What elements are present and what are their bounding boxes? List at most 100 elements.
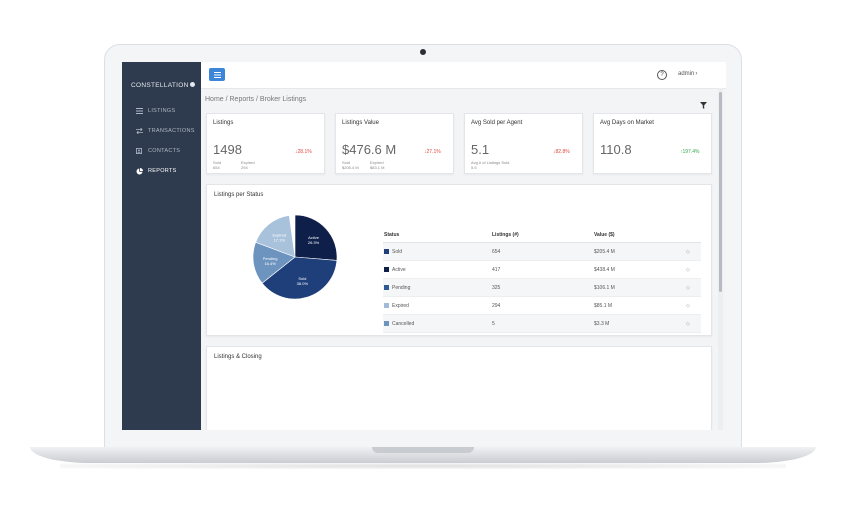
- filter-icon[interactable]: [700, 96, 707, 114]
- kpi-sub-value: 5.5: [471, 165, 477, 170]
- status-color-swatch: [384, 248, 389, 254]
- exchange-icon: [130, 128, 148, 134]
- value-cell: $205.4 M: [593, 242, 685, 261]
- column-header: Listings (#): [491, 227, 593, 243]
- kpi-value: 5.1: [471, 142, 490, 157]
- sidebar-item-contacts[interactable]: CONTACTS: [122, 142, 201, 160]
- section-title: Listings & Closing: [214, 354, 262, 360]
- sidebar-item-reports[interactable]: REPORTS: [122, 162, 201, 180]
- status-cell: Sold: [383, 242, 491, 261]
- brand-logo[interactable]: CONSTELLATION: [131, 82, 195, 89]
- kpi-sub-value: $205.4 M: [342, 165, 359, 170]
- sidebar-item-label: TRANSACTIONS: [148, 128, 195, 134]
- laptop-shadow: [60, 463, 786, 469]
- kpi-sub: Sold $205.4 M: [342, 160, 359, 170]
- kpi-sub: Avg # of Listings Sold 5.5: [471, 160, 509, 170]
- sidebar: CONSTELLATION LISTINGS TRANSACTIONS CONT…: [122, 62, 201, 430]
- kpi-card-listings: Listings 1498 ↓28.1% Sold 654 Expired 294: [206, 113, 325, 174]
- table-row[interactable]: Cancelled 5 $3.3 M ◇: [383, 314, 701, 333]
- column-header: Status: [383, 227, 491, 243]
- status-label: Pending: [392, 284, 411, 291]
- status-table: Status Listings (#) Value ($) Sold 654 $…: [383, 227, 701, 333]
- brand-name: CONSTELLATION: [131, 82, 189, 89]
- hamburger-icon: [213, 71, 221, 78]
- kpi-sub: Expired 294: [241, 160, 255, 170]
- row-action-icon[interactable]: ◇: [685, 242, 701, 261]
- listings-per-status-card: Listings per Status Active 26.3% Sold 38.0%…: [206, 184, 712, 336]
- pie-slice-percent: 16.4%: [264, 261, 276, 266]
- pie-chart-icon: [130, 167, 148, 175]
- kpi-change: ↓82.8%: [553, 149, 570, 155]
- listings-cell: 654: [491, 242, 593, 261]
- row-action-icon[interactable]: ◇: [685, 296, 701, 315]
- help-label: ?: [660, 72, 664, 78]
- status-label: Expired: [392, 302, 409, 309]
- kpi-change-value: 28.1%: [297, 149, 312, 155]
- status-cell: Active: [383, 260, 491, 279]
- kpi-change: ↓28.1%: [295, 149, 312, 155]
- sidebar-item-listings[interactable]: LISTINGS: [122, 102, 201, 120]
- status-label: Sold: [392, 248, 403, 255]
- status-label: Active: [392, 266, 406, 273]
- value-cell: $3.3 M: [593, 314, 685, 333]
- column-header: Value ($): [593, 227, 685, 243]
- breadcrumb: Home / Reports / Broker Listings: [205, 96, 307, 103]
- pie-slice-percent: 26.3%: [308, 240, 320, 245]
- kpi-title: Listings Value: [342, 120, 379, 126]
- contact-card-icon: [130, 148, 148, 154]
- sidebar-item-label: REPORTS: [148, 168, 177, 174]
- kpi-change: ↑197.4%: [680, 149, 699, 155]
- table-row[interactable]: Pending 325 $106.1 M ◇: [383, 278, 701, 297]
- status-cell: Cancelled: [383, 314, 491, 333]
- kpi-change-value: 82.8%: [555, 149, 570, 155]
- table-header-row: Status Listings (#) Value ($): [383, 227, 701, 243]
- kpi-change-value: 27.1%: [426, 149, 441, 155]
- chevron-right-icon: ›: [695, 71, 698, 77]
- app-screen: CONSTELLATION LISTINGS TRANSACTIONS CONT…: [122, 62, 726, 430]
- listings-cell: 417: [491, 260, 593, 279]
- kpi-sub-value: $83.1 M: [370, 165, 385, 170]
- help-icon[interactable]: ?: [657, 70, 667, 80]
- table-row[interactable]: Expired 294 $85.1 M ◇: [383, 296, 701, 315]
- kpi-card-avg-sold: Avg Sold per Agent 5.1 ↓82.8% Avg # of L…: [464, 113, 583, 174]
- pie-slice-percent: 38.0%: [297, 281, 309, 286]
- status-color-swatch: [384, 266, 389, 272]
- listings-cell: 294: [491, 296, 593, 315]
- kpi-value: $476.6 M: [342, 142, 397, 157]
- scrollbar-thumb[interactable]: [719, 92, 722, 292]
- table-row[interactable]: Active 417 $438.4 M ◇: [383, 260, 701, 279]
- sidebar-item-label: LISTINGS: [148, 108, 176, 114]
- kpi-card-avg-days: Avg Days on Market 110.8 ↑197.4%: [593, 113, 712, 174]
- status-label: Cancelled: [392, 320, 415, 327]
- kpi-title: Listings: [213, 120, 234, 126]
- listings-cell: 5: [491, 314, 593, 333]
- sidebar-item-label: CONTACTS: [148, 148, 181, 154]
- kpi-sub-value: 294: [241, 165, 248, 170]
- row-action-icon[interactable]: ◇: [685, 278, 701, 297]
- status-color-swatch: [384, 320, 389, 326]
- kpi-value: 1498: [213, 142, 242, 157]
- pie-slice-percent: 17.1%: [274, 237, 286, 242]
- camera-icon: [420, 49, 426, 55]
- kpi-sub: Sold 654: [213, 160, 221, 170]
- kpi-card-listings-value: Listings Value $476.6 M ↓27.1% Sold $205.…: [335, 113, 454, 174]
- table-row[interactable]: Sold 654 $205.4 M ◇: [383, 242, 701, 261]
- status-color-swatch: [384, 284, 389, 290]
- sidebar-item-transactions[interactable]: TRANSACTIONS: [122, 122, 201, 140]
- row-action-icon[interactable]: ◇: [685, 314, 701, 333]
- status-cell: Pending: [383, 278, 491, 297]
- user-menu[interactable]: admin›: [678, 71, 697, 77]
- list-icon: [130, 108, 148, 114]
- menu-toggle-button[interactable]: [209, 68, 225, 81]
- row-action-icon[interactable]: ◇: [685, 260, 701, 279]
- value-cell: $106.1 M: [593, 278, 685, 297]
- listings-cell: 325: [491, 278, 593, 297]
- kpi-title: Avg Sold per Agent: [471, 120, 523, 126]
- value-cell: $438.4 M: [593, 260, 685, 279]
- user-name: admin: [678, 71, 695, 77]
- status-cell: Expired: [383, 296, 491, 315]
- brand-mark-icon: [189, 82, 195, 87]
- listings-closing-card: Listings & Closing: [206, 346, 712, 430]
- kpi-change: ↓27.1%: [424, 149, 441, 155]
- laptop-notch: [372, 447, 474, 453]
